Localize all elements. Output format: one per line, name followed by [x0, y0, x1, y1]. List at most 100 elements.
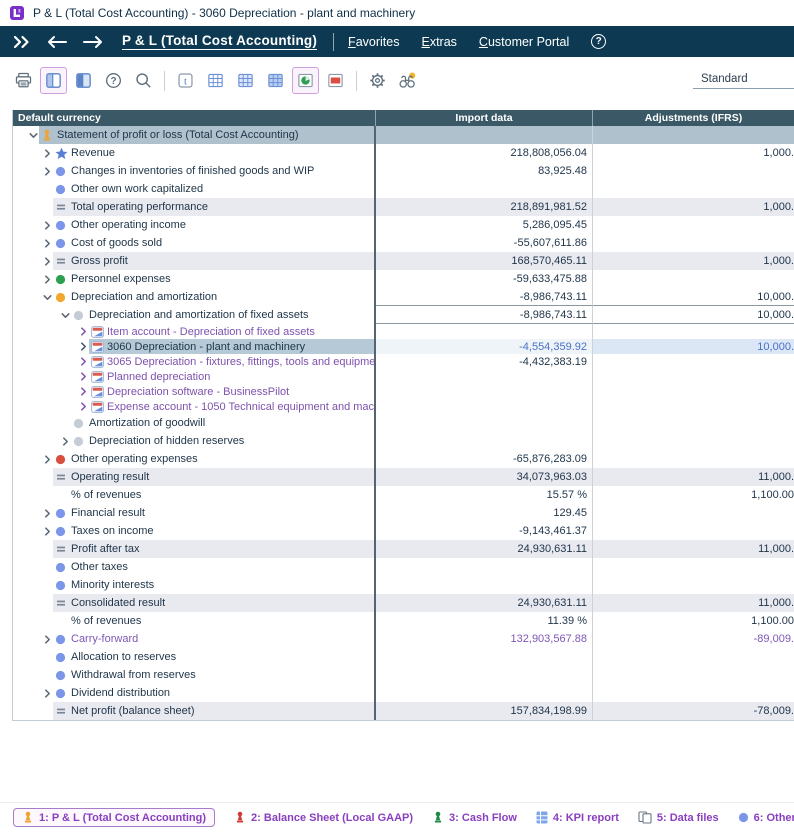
import-data-cell[interactable]: 24,930,631.11: [376, 594, 593, 612]
chevron-right-icon[interactable]: [78, 401, 91, 412]
import-data-cell[interactable]: [376, 384, 593, 399]
adjustments-ifrs-cell[interactable]: -78,009.: [593, 702, 794, 720]
import-data-cell[interactable]: [376, 414, 593, 432]
chevron-down-icon[interactable]: [28, 130, 41, 141]
table-row[interactable]: 3060 Depreciation - plant and machinery-…: [13, 339, 794, 354]
table-row[interactable]: Minority interests: [13, 576, 794, 594]
import-data-cell[interactable]: [376, 126, 593, 144]
adjustments-ifrs-cell[interactable]: [593, 504, 794, 522]
table-row[interactable]: Other operating income5,286,095.45: [13, 216, 794, 234]
chevron-right-icon[interactable]: [42, 508, 55, 519]
adjustments-ifrs-cell[interactable]: [593, 576, 794, 594]
nav-help-icon[interactable]: ?: [591, 34, 606, 49]
adjustments-ifrs-cell[interactable]: [593, 126, 794, 144]
footer-tab-4[interactable]: 4: KPI report: [536, 811, 619, 824]
import-data-cell[interactable]: -55,607,611.86: [376, 234, 593, 252]
chevron-right-icon[interactable]: [42, 238, 55, 249]
table-row[interactable]: Depreciation and amortization of fixed a…: [13, 306, 794, 324]
table-row[interactable]: Profit after tax24,930,631.1111,000.: [13, 540, 794, 558]
adjustments-ifrs-cell[interactable]: 1,100.00: [593, 486, 794, 504]
table-row[interactable]: Item account - Depreciation of fixed ass…: [13, 324, 794, 339]
table-row[interactable]: Withdrawal from reserves: [13, 666, 794, 684]
adjustments-ifrs-cell[interactable]: 11,000.: [593, 594, 794, 612]
chevron-down-icon[interactable]: [42, 292, 55, 303]
adjustments-ifrs-cell[interactable]: [593, 270, 794, 288]
table-row[interactable]: Planned depreciation: [13, 369, 794, 384]
table-row[interactable]: Net profit (balance sheet)157,834,198.99…: [13, 702, 794, 720]
import-data-cell[interactable]: 218,891,981.52: [376, 198, 593, 216]
table-row[interactable]: Other taxes: [13, 558, 794, 576]
footer-tab-2[interactable]: 2: Balance Sheet (Local GAAP): [234, 811, 413, 824]
import-data-cell[interactable]: [376, 558, 593, 576]
back-icon[interactable]: [46, 35, 68, 49]
footer-tab-5[interactable]: 5: Data files: [638, 811, 719, 824]
adjustments-ifrs-cell[interactable]: 10,000.: [593, 339, 794, 354]
adjustments-ifrs-cell[interactable]: 10,000.: [593, 306, 794, 324]
import-data-cell[interactable]: 83,925.48: [376, 162, 593, 180]
toolbar-table-light-button[interactable]: [232, 67, 259, 94]
toolbar-settings-button[interactable]: [364, 67, 391, 94]
adjustments-ifrs-cell[interactable]: 1,000.: [593, 144, 794, 162]
chevron-right-icon[interactable]: [78, 356, 91, 367]
toolbar-help-button[interactable]: ?: [100, 67, 127, 94]
adjustments-ifrs-cell[interactable]: [593, 354, 794, 369]
forward-icon[interactable]: [82, 35, 104, 49]
table-row[interactable]: % of revenues15.57 %1,100.00: [13, 486, 794, 504]
import-data-cell[interactable]: [376, 684, 593, 702]
import-data-cell[interactable]: 5,286,095.45: [376, 216, 593, 234]
table-row[interactable]: Carry-forward132,903,567.88-89,009.: [13, 630, 794, 648]
adjustments-ifrs-cell[interactable]: [593, 234, 794, 252]
adjustments-ifrs-cell[interactable]: [593, 432, 794, 450]
table-row[interactable]: Total operating performance218,891,981.5…: [13, 198, 794, 216]
adjustments-ifrs-cell[interactable]: [593, 369, 794, 384]
adjustments-ifrs-cell[interactable]: 1,100.00: [593, 612, 794, 630]
import-data-cell[interactable]: -59,633,475.88: [376, 270, 593, 288]
chevron-right-icon[interactable]: [42, 688, 55, 699]
toolbar-report-red-button[interactable]: [322, 67, 349, 94]
table-row[interactable]: Allocation to reserves: [13, 648, 794, 666]
menu-favorites[interactable]: Favorites: [348, 35, 399, 49]
adjustments-ifrs-cell[interactable]: 11,000.: [593, 468, 794, 486]
import-data-cell[interactable]: 218,808,056.04: [376, 144, 593, 162]
toolbar-layout-tree-filled-button[interactable]: [70, 67, 97, 94]
table-row[interactable]: Other own work capitalized: [13, 180, 794, 198]
import-data-cell[interactable]: 24,930,631.11: [376, 540, 593, 558]
import-data-cell[interactable]: 132,903,567.88: [376, 630, 593, 648]
chevron-right-icon[interactable]: [42, 454, 55, 465]
import-data-cell[interactable]: -8,986,743.11: [376, 306, 593, 324]
adjustments-ifrs-cell[interactable]: [593, 450, 794, 468]
table-row[interactable]: Gross profit168,570,465.111,000.: [13, 252, 794, 270]
import-data-cell[interactable]: 11.39 %: [376, 612, 593, 630]
adjustments-ifrs-cell[interactable]: 1,000.: [593, 198, 794, 216]
chevron-right-icon[interactable]: [42, 148, 55, 159]
import-data-cell[interactable]: -8,986,743.11: [376, 288, 593, 306]
chevron-right-icon[interactable]: [78, 326, 91, 337]
table-row[interactable]: Personnel expenses-59,633,475.88: [13, 270, 794, 288]
adjustments-ifrs-cell[interactable]: 11,000.: [593, 540, 794, 558]
view-selector[interactable]: Standard: [693, 72, 794, 89]
import-data-cell[interactable]: 129.45: [376, 504, 593, 522]
toolbar-chart-view-button[interactable]: [292, 67, 319, 94]
toolbar-table-filled-button[interactable]: [262, 67, 289, 94]
adjustments-ifrs-cell[interactable]: [593, 180, 794, 198]
adjustments-ifrs-cell[interactable]: [593, 666, 794, 684]
chevron-right-icon[interactable]: [42, 166, 55, 177]
table-row[interactable]: 3065 Depreciation - fixtures, fittings, …: [13, 354, 794, 369]
import-data-cell[interactable]: -9,143,461.37: [376, 522, 593, 540]
chevron-right-icon[interactable]: [78, 386, 91, 397]
toolbar-search-button[interactable]: [130, 67, 157, 94]
adjustments-ifrs-cell[interactable]: [593, 324, 794, 339]
chevron-right-icon[interactable]: [42, 220, 55, 231]
import-data-cell[interactable]: 157,834,198.99: [376, 702, 593, 720]
expand-sidebar-icon[interactable]: [12, 35, 32, 49]
chevron-right-icon[interactable]: [78, 371, 91, 382]
adjustments-ifrs-cell[interactable]: [593, 684, 794, 702]
adjustments-ifrs-cell[interactable]: [593, 648, 794, 666]
import-data-cell[interactable]: [376, 399, 593, 414]
adjustments-ifrs-cell[interactable]: [593, 384, 794, 399]
import-data-cell[interactable]: -4,554,359.92: [376, 339, 593, 354]
import-data-cell[interactable]: [376, 180, 593, 198]
table-row[interactable]: Depreciation and amortization-8,986,743.…: [13, 288, 794, 306]
adjustments-ifrs-cell[interactable]: [593, 414, 794, 432]
import-data-cell[interactable]: 168,570,465.11: [376, 252, 593, 270]
